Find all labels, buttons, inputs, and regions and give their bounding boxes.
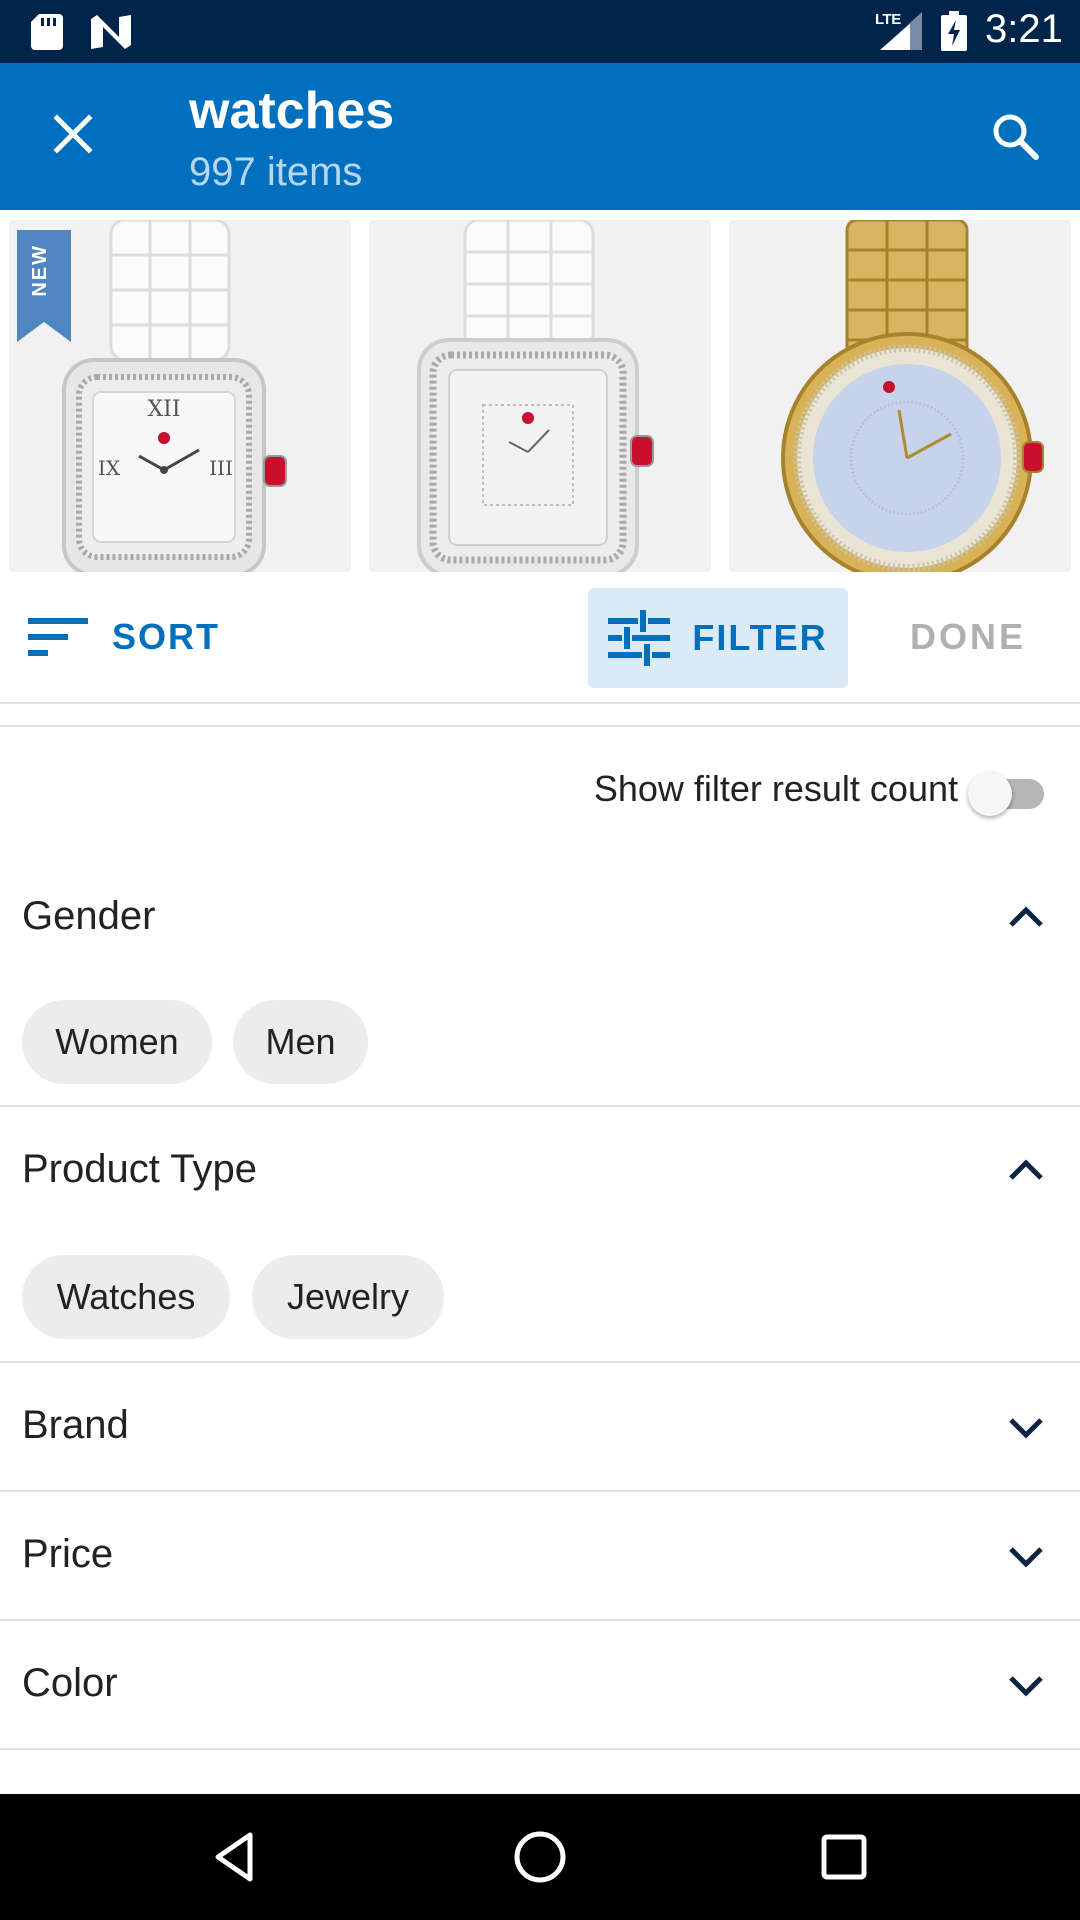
chip-watches[interactable]: Watches [22,1255,230,1339]
done-button[interactable]: DONE [910,616,1026,658]
new-badge: NEW [17,230,71,342]
chevron-down-icon [1009,1418,1043,1439]
filter-count-toggle-row: Show filter result count [0,750,1080,830]
svg-text:III: III [209,456,233,480]
recents-icon[interactable] [814,1827,874,1887]
clock: 3:21 [985,7,1063,51]
filter-section-gender: Gender Women Men [0,870,1080,1107]
divider [0,725,1080,727]
section-title: Price [22,1532,114,1576]
product-card[interactable]: XII IX III NEW [9,220,351,572]
filter-count-toggle[interactable] [968,772,1050,816]
chip-jewelry[interactable]: Jewelry [252,1255,444,1339]
sort-filter-toolbar: SORT FILTER DONE [0,572,1080,704]
sort-button[interactable]: SORT [28,612,220,662]
product-card[interactable] [729,220,1071,572]
sort-icon [28,618,88,656]
filter-section-price[interactable]: Price [0,1492,1080,1621]
close-icon [53,114,93,154]
search-button[interactable] [982,103,1048,169]
app-bar: watches 997 items [0,63,1080,210]
filter-label: FILTER [692,617,828,658]
chevron-up-icon [1009,906,1043,927]
toggle-label: Show filter result count [593,768,958,809]
page-title: watches [189,82,395,140]
chip-women[interactable]: Women [22,1000,212,1084]
system-nav-bar [0,1794,1080,1920]
watch-image [781,220,1044,572]
section-title: Product Type [22,1147,257,1191]
filter-section-color[interactable]: Color [0,1621,1080,1750]
filter-button[interactable]: FILTER [588,588,848,688]
filter-section-brand[interactable]: Brand [0,1363,1080,1492]
chevron-down-icon [1009,1547,1043,1568]
home-icon[interactable] [510,1827,570,1887]
chip-men[interactable]: Men [233,1000,368,1084]
signal-icon [880,12,922,50]
svg-text:XII: XII [147,397,180,422]
sort-label: SORT [112,616,221,657]
svg-text:IX: IX [98,456,121,480]
n-icon [91,15,131,49]
product-carousel[interactable]: XII IX III NEW [0,210,1080,572]
back-icon[interactable] [206,1827,266,1887]
section-title: Color [22,1661,118,1705]
item-count: 997 items [189,150,363,194]
toggle-thumb [968,772,1012,816]
status-bar: LTE 3:21 [0,0,1080,63]
chevron-down-icon [1009,1676,1043,1697]
section-title: Brand [22,1403,129,1447]
watch-image [417,220,654,572]
sd-card-icon [31,14,63,50]
search-icon [993,114,1039,160]
battery-charging-icon [941,11,967,51]
section-title: Gender [22,894,156,938]
filter-sliders-icon [608,610,671,666]
product-card[interactable] [369,220,711,572]
filter-section-product-type: Product Type Watches Jewelry [0,1107,1080,1363]
close-button[interactable] [40,101,106,167]
chevron-up-icon [1009,1159,1043,1180]
